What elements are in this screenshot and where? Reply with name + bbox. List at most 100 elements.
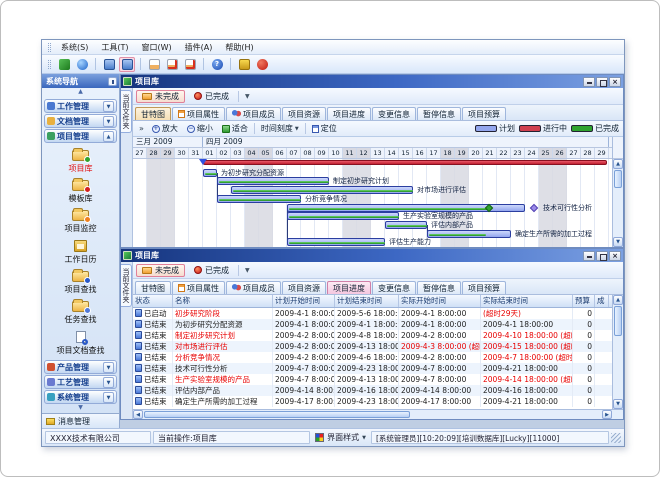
scroll-up-button[interactable]: ▲ (613, 159, 623, 169)
table-row[interactable]: 已启动初步研究阶段2009-4-1 8:00:002009-5-6 18:00:… (133, 308, 612, 319)
scroll-up-button[interactable]: ▲ (613, 295, 623, 305)
gantt-window-titlebar[interactable]: 项目库 × (121, 75, 623, 88)
gantt-vertical-scrollbar[interactable]: ▲ ▼ (612, 137, 623, 247)
scroll-thumb[interactable] (614, 170, 622, 188)
group-product[interactable]: 产品管理▼ (44, 360, 117, 374)
minimize-button[interactable] (583, 77, 595, 87)
close-button[interactable]: × (609, 77, 621, 87)
maximize-button[interactable] (596, 251, 608, 261)
resize-grip[interactable] (611, 433, 621, 443)
scroll-thumb[interactable] (144, 411, 410, 418)
filter-tab-finished[interactable]: 已完成 (188, 90, 235, 103)
table-row[interactable]: 已结束评估内部产品2009-4-14 8:00:002009-4-16 18:0… (133, 385, 612, 396)
filter-overflow-button[interactable]: ▼ (242, 93, 253, 100)
group-process[interactable]: 工艺管理▼ (44, 375, 117, 389)
drag-grip[interactable] (48, 43, 51, 52)
scroll-left-button[interactable]: ◀ (133, 410, 143, 419)
locate-button[interactable]: 定位 (309, 122, 340, 135)
tab-properties[interactable]: 项目属性 (172, 107, 225, 120)
chevron-down-icon[interactable]: ▼ (103, 377, 114, 388)
table-row[interactable]: 已结束分析竞争情况2009-4-2 8:00:002009-4-6 18:00:… (133, 352, 612, 363)
tab-changes[interactable]: 变更信息 (372, 281, 416, 294)
tab-gantt[interactable]: 甘特图 (135, 107, 171, 120)
sidebar-collapse-button[interactable]: ▲ (42, 88, 119, 97)
chevron-down-icon[interactable]: ▼ (103, 116, 114, 127)
column-header[interactable]: 成 (595, 295, 609, 307)
tab-pauses[interactable]: 暂停信息 (417, 281, 461, 294)
table-row[interactable]: 已结束生产实验室规模的产品2009-4-7 8:00:002009-4-13 1… (133, 374, 612, 385)
table-row[interactable]: 已结束制定初步研究计划2009-4-2 8:00:002009-4-8 18:0… (133, 330, 612, 341)
report-alert-icon[interactable] (164, 57, 180, 72)
drag-grip[interactable] (48, 60, 51, 69)
group-doc[interactable]: 文档管理▼ (44, 114, 117, 128)
close-button[interactable]: × (609, 251, 621, 261)
sidebar-item-project-monitor[interactable]: 项目监控 (44, 205, 117, 235)
gantt-task-bar[interactable] (427, 230, 511, 238)
table-row[interactable]: 已结束确定生产所需的加工过程2009-4-17 8:00:002009-4-23… (133, 396, 612, 407)
gantt-summary-bar[interactable] (203, 160, 607, 165)
report-icon[interactable] (146, 57, 162, 72)
group-work[interactable]: 工作管理▼ (44, 99, 117, 113)
gantt-task-bar[interactable] (217, 177, 329, 185)
scroll-down-button[interactable]: ▼ (613, 237, 623, 247)
tab-resources[interactable]: 项目资源 (282, 281, 326, 294)
scroll-right-button[interactable]: ▶ (602, 410, 612, 419)
gantt-task-bar[interactable] (231, 186, 413, 194)
menu-system[interactable]: 系统(S) (55, 41, 94, 54)
column-header[interactable]: 预算 (573, 295, 595, 307)
folder-open-icon[interactable] (119, 57, 135, 72)
chevron-down-icon[interactable]: ▼ (103, 362, 114, 373)
zoom-in-button[interactable]: +放大 (149, 122, 181, 135)
filter-overflow-button[interactable]: ▼ (242, 267, 253, 274)
tab-resources[interactable]: 项目资源 (282, 107, 326, 120)
gantt-task-bar[interactable] (217, 195, 301, 203)
tab-progress[interactable]: 项目进度 (327, 281, 371, 294)
minimize-button[interactable] (583, 251, 595, 261)
column-header[interactable]: 名称 (173, 295, 273, 307)
menu-window[interactable]: 窗口(W) (135, 41, 177, 54)
toolbar-overflow-icon[interactable]: » (137, 124, 146, 133)
tab-gantt[interactable]: 甘特图 (135, 281, 171, 294)
gantt-task-bar[interactable] (287, 212, 399, 220)
timescale-button[interactable]: 时间刻度▼ (258, 122, 302, 135)
fit-button[interactable]: 适合 (219, 122, 251, 135)
sidebar-item-work-calendar[interactable]: 工作日历 (44, 235, 117, 266)
tab-properties[interactable]: 项目属性 (172, 281, 225, 294)
tab-budget[interactable]: 项目预算 (462, 107, 506, 120)
filter-tab-unfinished[interactable]: 未完成 (136, 264, 185, 277)
sidebar-scroll-down-button[interactable]: ▼ (42, 404, 119, 413)
sidebar-item-task-search[interactable]: 任务查找 (44, 296, 117, 326)
chevron-down-icon[interactable]: ▼ (103, 392, 114, 403)
chevron-down-icon[interactable]: ▼ (103, 101, 114, 112)
tab-pauses[interactable]: 暂停信息 (417, 107, 461, 120)
tab-members[interactable]: 项目成员 (226, 281, 281, 294)
sidebar-item-template-library[interactable]: 模板库 (44, 175, 117, 205)
gantt-task-bar[interactable] (287, 238, 385, 246)
column-header[interactable]: 计划开始时间 (273, 295, 335, 307)
current-folder-tab[interactable]: 当前文件夹 (121, 264, 132, 307)
table-vertical-scrollbar[interactable]: ▲ ▼ (612, 295, 623, 409)
report-time-icon[interactable] (182, 57, 198, 72)
maximize-button[interactable] (596, 77, 608, 87)
tab-budget[interactable]: 项目预算 (462, 281, 506, 294)
current-folder-tab[interactable]: 当前文件夹 (121, 90, 132, 133)
menu-tools[interactable]: 工具(T) (95, 41, 134, 54)
zoom-out-button[interactable]: −缩小 (184, 122, 216, 135)
sidebar-item-project-library[interactable]: 项目库 (44, 145, 117, 175)
tab-members[interactable]: 项目成员 (226, 107, 281, 120)
menu-help[interactable]: 帮助(H) (219, 41, 259, 54)
folder-icon[interactable] (101, 57, 117, 72)
column-header[interactable]: 状态 (133, 295, 173, 307)
filter-tab-unfinished[interactable]: 未完成 (136, 90, 185, 103)
tab-changes[interactable]: 变更信息 (372, 107, 416, 120)
column-header[interactable]: 计划结束时间 (335, 295, 399, 307)
tab-progress[interactable]: 项目进度 (327, 107, 371, 120)
milestone-diamond-icon[interactable] (530, 204, 538, 212)
lock-icon[interactable] (236, 57, 252, 72)
sync-icon[interactable] (56, 57, 72, 72)
scroll-down-button[interactable]: ▼ (613, 399, 623, 409)
group-project[interactable]: 项目管理▲ (44, 129, 117, 143)
table-horizontal-scrollbar[interactable]: ◀ ▶ (133, 409, 623, 419)
column-header[interactable]: 实际开始时间 (399, 295, 481, 307)
table-row[interactable]: 已结束对市场进行评估2009-4-2 8:00:002009-4-13 18:0… (133, 341, 612, 352)
